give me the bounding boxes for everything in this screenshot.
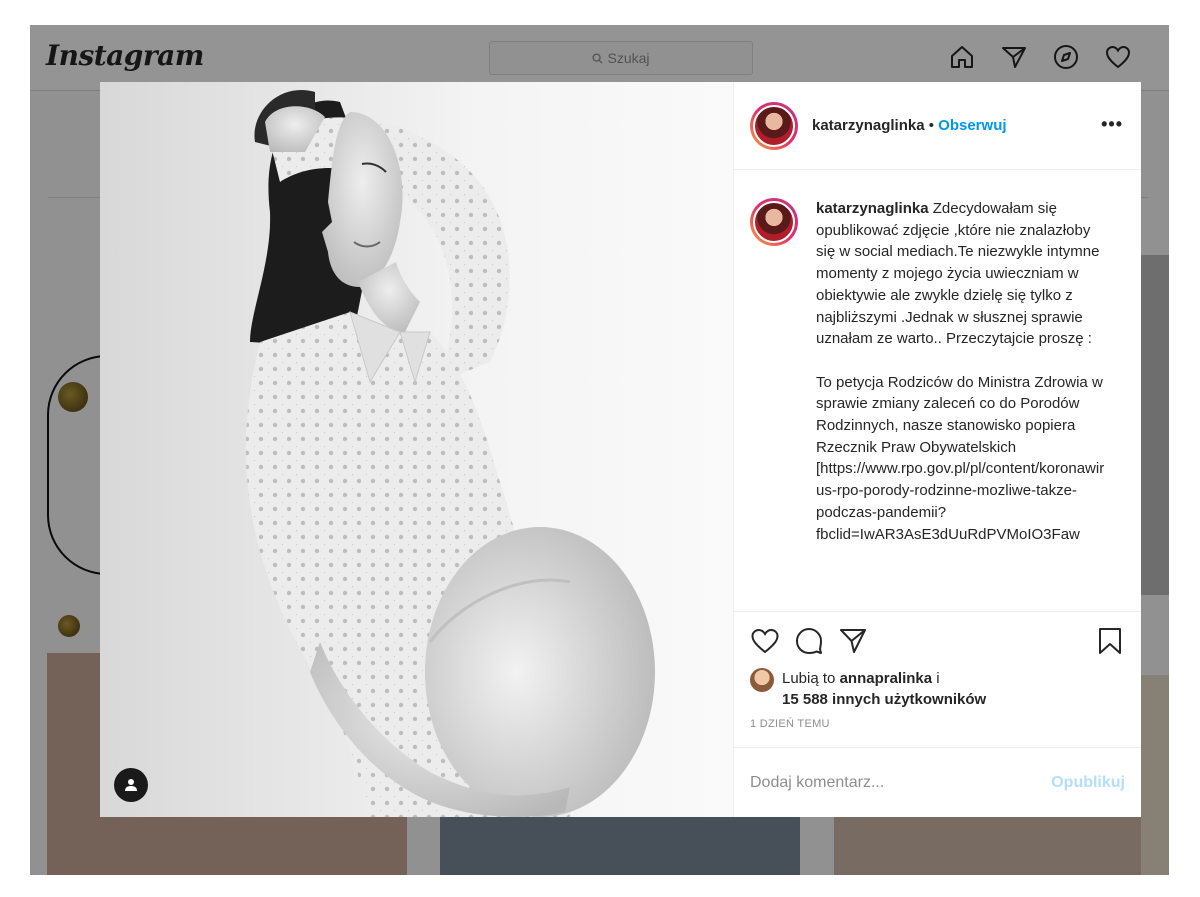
comment-icon[interactable] (794, 626, 824, 656)
photo-image (100, 82, 733, 817)
caption-author-avatar[interactable] (750, 198, 798, 246)
likes-prefix: Lubią to (782, 670, 836, 687)
post-modal: katarzynaglinka • Obserwuj ••• katarzyna… (100, 82, 1141, 817)
likes-and: i (936, 670, 940, 687)
author-line: katarzynaglinka • Obserwuj (812, 117, 1007, 134)
comments-section[interactable]: katarzynaglinka Zdecydowałam się opublik… (734, 170, 1141, 611)
tagged-users-button[interactable] (114, 768, 148, 802)
more-options-icon[interactable]: ••• (1101, 114, 1123, 135)
likes-count[interactable]: 15 588 innych użytkowników (782, 691, 986, 708)
post-timestamp[interactable]: 1 DZIEŃ TEMU (750, 718, 1125, 730)
liker-username[interactable]: annapralinka (840, 670, 933, 687)
comment-form: Opublikuj (734, 747, 1141, 817)
publish-button[interactable]: Opublikuj (1051, 774, 1125, 792)
post-actions: Lubią to annapralinka i 15 588 innych uż… (734, 611, 1141, 747)
author-username[interactable]: katarzynaglinka (812, 117, 925, 134)
liker-avatar[interactable] (750, 668, 774, 692)
author-avatar[interactable] (750, 101, 798, 150)
like-heart-icon[interactable] (750, 626, 780, 656)
comment-input[interactable] (750, 773, 1020, 792)
browser-viewport: Instagram Szukaj katarzynaglinka • Obser… (30, 25, 1169, 875)
user-icon (125, 779, 137, 791)
share-icon[interactable] (838, 626, 868, 656)
caption-body: Zdecydowałam się opublikować zdjęcie ,kt… (816, 200, 1105, 543)
save-bookmark-icon[interactable] (1095, 626, 1125, 656)
follow-button[interactable]: Obserwuj (938, 117, 1006, 134)
caption-username[interactable]: katarzynaglinka (816, 200, 929, 217)
separator: • (928, 117, 934, 134)
caption-text: katarzynaglinka Zdecydowałam się opublik… (816, 198, 1108, 611)
post-sidebar: katarzynaglinka • Obserwuj ••• katarzyna… (733, 82, 1141, 817)
post-photo[interactable] (100, 82, 733, 817)
action-icons (750, 626, 1125, 656)
post-header: katarzynaglinka • Obserwuj ••• (734, 82, 1141, 170)
likes-summary: Lubią to annapralinka i 15 588 innych uż… (750, 668, 1125, 710)
